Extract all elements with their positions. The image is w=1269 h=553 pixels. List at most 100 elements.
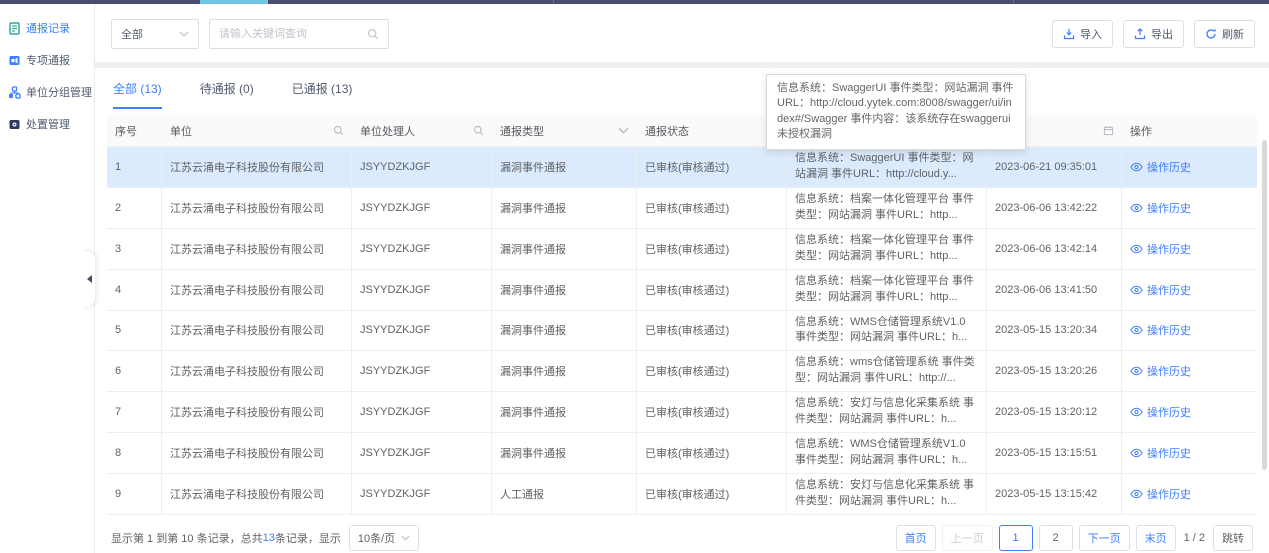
filter-type-select[interactable]: 全部 <box>111 19 199 49</box>
sidebar-item-unit-group[interactable]: 单位分组管理 <box>0 76 94 108</box>
pagination: 首页 上一页 1 2 下一页 末页 1 / 2 跳转 <box>896 525 1253 551</box>
eye-icon <box>1130 203 1143 213</box>
scrollbar-thumb[interactable] <box>1262 140 1267 470</box>
export-button-label: 导出 <box>1151 26 1173 42</box>
operation-history-link[interactable]: 操作历史 <box>1130 241 1191 257</box>
operation-history-link[interactable]: 操作历史 <box>1130 282 1191 298</box>
export-icon <box>1134 28 1146 40</box>
eye-icon <box>1130 489 1143 499</box>
sidebar-item-dispose-manage[interactable]: 处置管理 <box>0 108 94 140</box>
next-page-button[interactable]: 下一页 <box>1079 525 1130 551</box>
main-panel: 全部 导入 <box>95 4 1269 553</box>
row-handler: JSYYDZKJGF <box>360 488 430 500</box>
keyword-search-input[interactable] <box>219 28 367 40</box>
last-page-button[interactable]: 末页 <box>1136 525 1176 551</box>
row-unit: 江苏云涌电子科技股份有限公司 <box>170 486 324 502</box>
column-header-type: 通报类型 <box>500 123 544 139</box>
row-unit: 江苏云涌电子科技股份有限公司 <box>170 159 324 175</box>
status-tabs: 全部 (13) 待通报 (0) 已通报 (13) <box>107 68 1257 109</box>
row-time: 2023-06-06 13:41:50 <box>995 284 1097 296</box>
jump-button[interactable]: 跳转 <box>1213 525 1253 551</box>
row-status: 已审核(审核通过) <box>645 486 729 502</box>
operation-history-link[interactable]: 操作历史 <box>1130 404 1191 420</box>
row-content: 信息系统：WMS仓储管理系统V1.0 事件类型：网站漏洞 事件URL：h... <box>795 437 978 469</box>
filter-type-value: 全部 <box>121 26 143 42</box>
page-button-2[interactable]: 2 <box>1039 525 1073 551</box>
column-header-unit: 单位 <box>170 123 192 139</box>
sidebar-item-label: 处置管理 <box>26 116 70 132</box>
strip-divider <box>553 0 554 4</box>
content-panel: 全部 (13) 待通报 (0) 已通报 (13) 序号 单位 <box>95 68 1269 553</box>
table-row: 6 江苏云涌电子科技股份有限公司 JSYYDZKJGF 漏洞事件通报 已审核(审… <box>107 351 1257 392</box>
search-icon[interactable] <box>333 125 344 136</box>
row-status: 已审核(审核通过) <box>645 404 729 420</box>
operation-history-label: 操作历史 <box>1147 445 1191 461</box>
row-handler: JSYYDZKJGF <box>360 324 430 336</box>
browser-top-strip <box>0 0 1269 4</box>
eye-icon <box>1130 407 1143 417</box>
table-row: 2 江苏云涌电子科技股份有限公司 JSYYDZKJGF 漏洞事件通报 已审核(审… <box>107 188 1257 229</box>
import-button-label: 导入 <box>1080 26 1102 42</box>
sidebar-item-label: 专项通报 <box>26 52 70 68</box>
operation-history-link[interactable]: 操作历史 <box>1130 322 1191 338</box>
page-size-select[interactable]: 10条/页 <box>349 525 419 551</box>
row-type: 漏洞事件通报 <box>500 404 566 420</box>
calendar-icon[interactable] <box>1103 125 1114 136</box>
row-time: 2023-06-06 13:42:14 <box>995 243 1097 255</box>
operation-history-link[interactable]: 操作历史 <box>1130 363 1191 379</box>
row-no: 5 <box>115 324 121 336</box>
tab-all[interactable]: 全部 (13) <box>113 80 162 109</box>
app-window: 通报记录 专项通报 单位分组管理 处置管 <box>0 4 1269 553</box>
page-button-1[interactable]: 1 <box>999 525 1033 551</box>
import-icon <box>1063 28 1075 40</box>
column-header-action: 操作 <box>1130 123 1152 139</box>
operation-history-label: 操作历史 <box>1147 282 1191 298</box>
chevron-down-icon[interactable] <box>618 127 629 134</box>
row-content: 信息系统：WMS仓储管理系统V1.0 事件类型：网站漏洞 事件URL：h... <box>795 315 978 347</box>
sidebar-item-report-records[interactable]: 通报记录 <box>0 12 94 44</box>
row-content: 信息系统：安灯与信息化采集系统 事件类型：网站漏洞 事件URL：h... <box>795 396 978 428</box>
table-row: 8 江苏云涌电子科技股份有限公司 JSYYDZKJGF 漏洞事件通报 已审核(审… <box>107 433 1257 474</box>
eye-icon <box>1130 285 1143 295</box>
row-unit: 江苏云涌电子科技股份有限公司 <box>170 445 324 461</box>
event-detail-tooltip: 信息系统：SwaggerUI 事件类型：网站漏洞 事件URL：http://cl… <box>766 74 1026 150</box>
row-content: 信息系统：档案一体化管理平台 事件类型：网站漏洞 事件URL：http... <box>795 192 978 224</box>
tab-pending[interactable]: 待通报 (0) <box>200 80 254 109</box>
browser-tab-highlight <box>200 0 268 4</box>
eye-icon <box>1130 162 1143 172</box>
sidebar-collapse-toggle[interactable] <box>84 250 96 308</box>
export-button[interactable]: 导出 <box>1123 20 1184 48</box>
row-no: 6 <box>115 365 121 377</box>
sidebar-item-label: 单位分组管理 <box>26 84 92 100</box>
chevron-down-icon <box>179 31 189 37</box>
operation-history-link[interactable]: 操作历史 <box>1130 159 1191 175</box>
import-button[interactable]: 导入 <box>1052 20 1113 48</box>
table-scrollbar[interactable] <box>1261 140 1268 490</box>
report-record-icon <box>8 22 21 35</box>
eye-icon <box>1130 366 1143 376</box>
prev-page-button[interactable]: 上一页 <box>942 525 993 551</box>
row-status: 已审核(审核通过) <box>645 159 729 175</box>
first-page-button[interactable]: 首页 <box>896 525 936 551</box>
search-icon[interactable] <box>367 28 379 40</box>
row-status: 已审核(审核通过) <box>645 322 729 338</box>
sidebar: 通报记录 专项通报 单位分组管理 处置管 <box>0 4 95 553</box>
dispose-manage-icon <box>8 118 21 131</box>
special-report-icon <box>8 54 21 67</box>
row-status: 已审核(审核通过) <box>645 241 729 257</box>
table-row: 5 江苏云涌电子科技股份有限公司 JSYYDZKJGF 漏洞事件通报 已审核(审… <box>107 311 1257 352</box>
refresh-button[interactable]: 刷新 <box>1194 20 1255 48</box>
row-status: 已审核(审核通过) <box>645 363 729 379</box>
search-icon[interactable] <box>473 125 484 136</box>
operation-history-link[interactable]: 操作历史 <box>1130 200 1191 216</box>
tab-reported[interactable]: 已通报 (13) <box>292 80 353 109</box>
row-handler: JSYYDZKJGF <box>360 161 430 173</box>
operation-history-label: 操作历史 <box>1147 486 1191 502</box>
sidebar-item-special-report[interactable]: 专项通报 <box>0 44 94 76</box>
table-row: 9 江苏云涌电子科技股份有限公司 JSYYDZKJGF 人工通报 已审核(审核通… <box>107 474 1257 515</box>
operation-history-label: 操作历史 <box>1147 404 1191 420</box>
toolbar: 全部 导入 <box>95 4 1269 62</box>
operation-history-link[interactable]: 操作历史 <box>1130 445 1191 461</box>
operation-history-link[interactable]: 操作历史 <box>1130 486 1191 502</box>
row-handler: JSYYDZKJGF <box>360 406 430 418</box>
